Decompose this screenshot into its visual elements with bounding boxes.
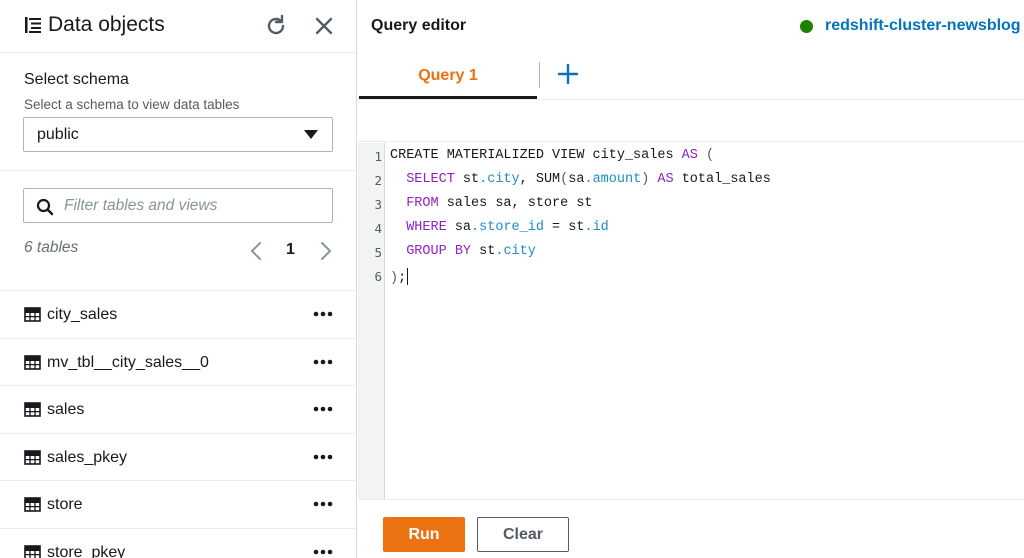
schema-select-value: public bbox=[37, 126, 79, 143]
table-name: mv_tbl__city_sales__0 bbox=[47, 353, 209, 371]
query-editor-header: Query editor redshift-cluster-newsblog bbox=[358, 0, 1024, 52]
caret-down-icon bbox=[304, 130, 318, 139]
table-icon bbox=[24, 402, 41, 417]
table-row[interactable]: sales bbox=[0, 385, 356, 433]
table-name: sales_pkey bbox=[47, 448, 128, 466]
more-options-icon[interactable] bbox=[312, 495, 334, 513]
more-options-icon[interactable] bbox=[312, 353, 334, 371]
schema-label: Select schema bbox=[24, 71, 129, 88]
more-options-icon[interactable] bbox=[312, 448, 334, 466]
table-row[interactable]: sales_pkey bbox=[0, 432, 356, 481]
data-objects-header: Data objects bbox=[0, 0, 356, 52]
table-icon bbox=[24, 354, 41, 370]
data-objects-panel: Data objects Select schema Select a sche… bbox=[0, 0, 357, 558]
table-list: city_sales mv_tbl__city_sales__0 sales s… bbox=[0, 290, 356, 558]
search-icon bbox=[36, 198, 54, 216]
sql-editor[interactable]: 1 2 3 4 5 6 CREATE MATERIALIZED VIEW cit… bbox=[358, 143, 1024, 499]
table-icon bbox=[24, 497, 41, 512]
tab-label: Query 1 bbox=[418, 67, 478, 84]
code-line: FROM sales sa, store st bbox=[406, 196, 593, 211]
filter-tables-field[interactable] bbox=[23, 188, 333, 223]
editor-toolbar bbox=[358, 100, 1024, 142]
table-row[interactable]: store bbox=[0, 480, 356, 528]
cluster-status-dot bbox=[800, 20, 813, 33]
line-number: 2 bbox=[374, 173, 382, 188]
cluster-link[interactable]: redshift-cluster-newsblog bbox=[825, 17, 1021, 35]
table-name: sales bbox=[47, 401, 85, 418]
query-tab-bar: Query 1 bbox=[358, 52, 1024, 100]
current-page-number[interactable]: 1 bbox=[286, 241, 295, 259]
more-options-icon[interactable] bbox=[312, 400, 334, 418]
chevron-right-icon[interactable] bbox=[318, 240, 334, 262]
data-objects-title: Data objects bbox=[48, 13, 165, 36]
tab-query-1[interactable]: Query 1 bbox=[359, 52, 537, 99]
query-editor-title: Query editor bbox=[371, 17, 467, 34]
code-line: CREATE MATERIALIZED VIEW city_sales AS ( bbox=[390, 148, 715, 163]
table-count: 6 tables bbox=[24, 239, 79, 256]
line-number: 1 bbox=[374, 149, 382, 164]
table-icon bbox=[24, 544, 41, 558]
section-divider bbox=[0, 170, 356, 171]
query-editor-panel: Query editor redshift-cluster-newsblog Q… bbox=[358, 0, 1024, 558]
line-number: 4 bbox=[374, 221, 382, 236]
tab-separator bbox=[539, 62, 540, 88]
filter-tables-input[interactable] bbox=[64, 195, 324, 217]
code-line: WHERE sa.store_id = st.id bbox=[406, 220, 609, 235]
refresh-icon[interactable] bbox=[262, 12, 290, 40]
plus-icon[interactable] bbox=[557, 63, 579, 85]
data-objects-icon bbox=[25, 17, 41, 33]
chevron-left-icon[interactable] bbox=[248, 240, 264, 262]
table-row[interactable]: store_pkey bbox=[0, 527, 356, 558]
table-row[interactable]: city_sales bbox=[0, 290, 356, 338]
editor-actions: Run Clear bbox=[358, 499, 1024, 558]
table-row[interactable]: mv_tbl__city_sales__0 bbox=[0, 337, 356, 386]
header-divider bbox=[0, 52, 356, 53]
more-options-icon[interactable] bbox=[312, 543, 334, 558]
code-line: GROUP BY st.city bbox=[406, 244, 536, 259]
line-number: 6 bbox=[374, 269, 382, 284]
close-icon[interactable] bbox=[310, 12, 338, 40]
code-line: ); bbox=[390, 268, 409, 286]
table-icon bbox=[24, 307, 41, 322]
line-number: 5 bbox=[374, 245, 382, 260]
table-name: store bbox=[47, 496, 83, 513]
line-number-gutter: 1 2 3 4 5 6 bbox=[358, 143, 385, 499]
clear-button[interactable]: Clear bbox=[477, 517, 569, 552]
schema-description: Select a schema to view data tables bbox=[24, 97, 240, 112]
more-options-icon[interactable] bbox=[312, 305, 334, 323]
run-button[interactable]: Run bbox=[383, 517, 465, 552]
table-name: store_pkey bbox=[47, 543, 126, 558]
schema-select[interactable]: public bbox=[23, 117, 333, 152]
text-cursor bbox=[407, 268, 409, 285]
table-icon bbox=[24, 449, 41, 465]
line-number: 3 bbox=[374, 197, 382, 212]
table-name: city_sales bbox=[47, 306, 118, 323]
code-line: SELECT st.city, SUM(sa.amount) AS total_… bbox=[406, 172, 771, 187]
